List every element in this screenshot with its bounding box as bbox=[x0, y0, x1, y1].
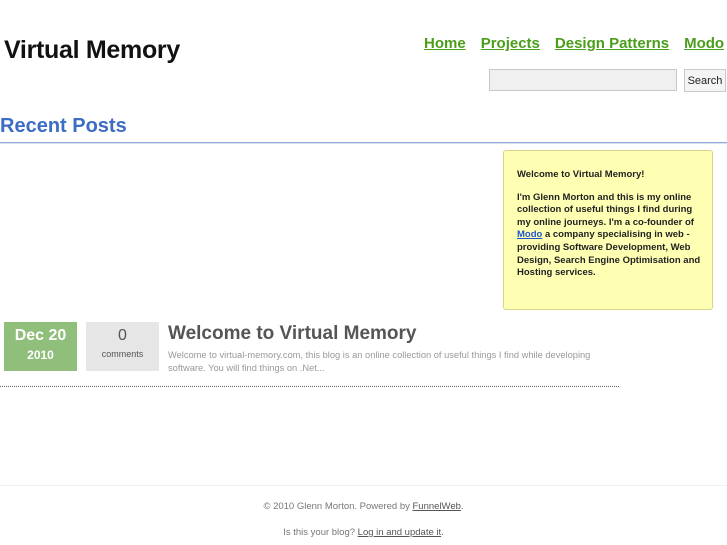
main-nav: Home Projects Design Patterns Modo bbox=[424, 35, 727, 53]
footer-copyright: © 2010 Glenn Morton. Powered by FunnelWe… bbox=[0, 501, 727, 512]
welcome-body: I'm Glenn Morton and this is my online c… bbox=[517, 192, 702, 280]
post-date-day: Dec 20 bbox=[14, 327, 67, 344]
footer-claim-text: Is this your blog? bbox=[283, 527, 358, 538]
site-title[interactable]: Virtual Memory bbox=[4, 36, 180, 65]
post-title-link[interactable]: Welcome to Virtual Memory bbox=[168, 323, 416, 345]
nav-projects-link[interactable]: Projects bbox=[481, 35, 540, 52]
welcome-box: Welcome to Virtual Memory! I'm Glenn Mor… bbox=[503, 150, 713, 310]
footer-copyright-text: © 2010 Glenn Morton. Powered by bbox=[263, 501, 413, 512]
modo-link[interactable]: Modo bbox=[517, 229, 542, 240]
footer-divider bbox=[0, 485, 727, 486]
post-comment-label: comments bbox=[101, 349, 144, 359]
nav-design-patterns-link[interactable]: Design Patterns bbox=[555, 35, 669, 52]
footer-claim: Is this your blog? Log in and update it. bbox=[0, 527, 727, 538]
funnelweb-link[interactable]: FunnelWeb bbox=[413, 501, 461, 512]
welcome-title: Welcome to Virtual Memory! bbox=[517, 169, 645, 180]
search-button[interactable]: Search bbox=[684, 69, 726, 92]
post-divider bbox=[0, 386, 619, 387]
login-update-link[interactable]: Log in and update it bbox=[358, 527, 441, 538]
search-input[interactable] bbox=[489, 69, 677, 91]
footer-copyright-end: . bbox=[460, 501, 464, 512]
nav-modo-link[interactable]: Modo bbox=[684, 35, 724, 52]
heading-divider bbox=[0, 142, 727, 144]
footer-claim-end: . bbox=[441, 527, 444, 538]
post-comments-badge[interactable]: 0 comments bbox=[86, 322, 159, 371]
recent-posts-heading: Recent Posts bbox=[0, 115, 127, 137]
nav-home-link[interactable]: Home bbox=[424, 35, 466, 52]
post-date-year: 2010 bbox=[27, 348, 54, 362]
welcome-body-text-end: a company specialising in web - providin… bbox=[517, 229, 701, 279]
post-date-badge: Dec 20 2010 bbox=[4, 322, 77, 371]
welcome-body-text: I'm Glenn Morton and this is my online c… bbox=[517, 191, 694, 228]
post-comment-count: 0 bbox=[118, 327, 127, 344]
post-excerpt: Welcome to virtual-memory.com, this blog… bbox=[168, 350, 591, 373]
